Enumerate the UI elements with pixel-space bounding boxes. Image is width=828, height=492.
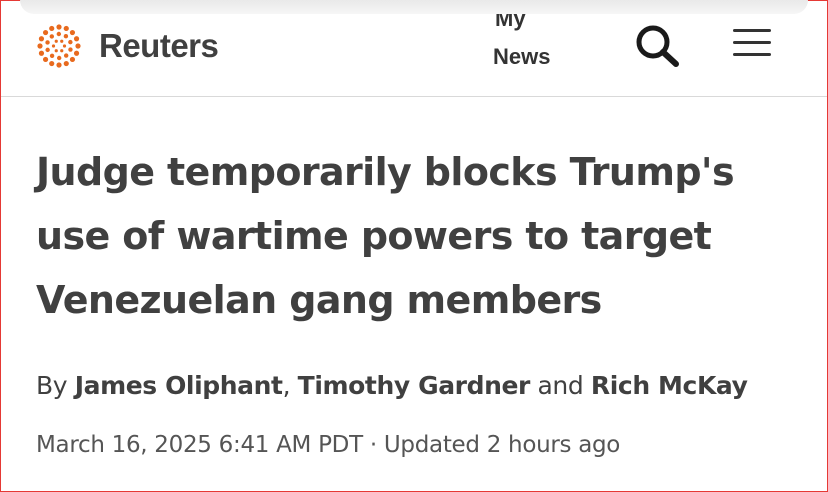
logo-dot xyxy=(63,53,69,58)
date-separator: · xyxy=(362,432,384,458)
publish-date: March 16, 2025 6:41 AM PDT xyxy=(36,432,363,458)
logo-dot xyxy=(75,43,81,49)
logo-text: Reuters xyxy=(99,27,219,64)
search-icon xyxy=(636,25,679,67)
logo-dot xyxy=(69,29,76,36)
my-news-label-line2: News xyxy=(493,44,551,69)
logo-dot xyxy=(51,44,56,48)
hamburger-menu-icon xyxy=(733,29,771,56)
status-shade xyxy=(20,0,808,14)
logo-dot xyxy=(38,50,45,56)
byline: By James Oliphant, Timothy Gardner and R… xyxy=(36,371,748,400)
logo-dot xyxy=(49,60,55,67)
logo-dot xyxy=(60,49,64,53)
logo-dot xyxy=(63,60,69,67)
logo-dot xyxy=(54,39,58,43)
logo-dot xyxy=(49,34,55,39)
logo-dot xyxy=(73,36,80,42)
byline-separator: and xyxy=(529,371,591,400)
logo-dot xyxy=(37,43,43,49)
logo-dot xyxy=(73,50,80,56)
article-headline: Judge temporarily blocks Trump's use of … xyxy=(36,150,735,322)
reuters-logo[interactable]: Reuters xyxy=(35,22,219,70)
menu-button[interactable] xyxy=(731,26,775,60)
logo-dot xyxy=(68,39,73,45)
site-header: Reuters My News xyxy=(1,14,827,97)
dateline: March 16, 2025 6:41 AM PDT · Updated 2 h… xyxy=(36,432,620,458)
logo-dot xyxy=(60,39,64,43)
logo-dot xyxy=(49,25,55,32)
logo-dot xyxy=(45,40,50,45)
logo-dot xyxy=(56,31,62,37)
logo-dot xyxy=(38,36,45,42)
byline-prefix: By xyxy=(36,371,75,400)
logo-dot xyxy=(54,49,58,53)
logo-dot xyxy=(49,53,55,59)
author-link[interactable]: Timothy Gardner xyxy=(298,371,531,400)
my-news-label-line1: My xyxy=(495,14,526,31)
logo-dot xyxy=(68,47,73,52)
article-header: Judge temporarily blocks Trump's use of … xyxy=(36,140,796,332)
logo-dot xyxy=(45,47,50,53)
logo-dot xyxy=(62,44,67,48)
logo-dot xyxy=(42,29,49,36)
byline-separator: , xyxy=(282,371,298,400)
updated-time: Updated 2 hours ago xyxy=(383,432,621,458)
search-button[interactable] xyxy=(631,22,683,68)
logo-dot xyxy=(63,25,69,32)
logo-dot xyxy=(56,24,62,30)
author-link[interactable]: Rich McKay xyxy=(591,371,748,400)
logo-dot xyxy=(56,62,62,68)
logo-dot xyxy=(63,33,69,39)
reuters-logo-icon xyxy=(37,24,81,68)
logo-dot xyxy=(69,56,76,63)
logo-dot xyxy=(56,55,62,61)
my-news-link[interactable]: My News xyxy=(493,14,573,78)
logo-dot xyxy=(42,56,49,63)
author-link[interactable]: James Oliphant xyxy=(75,371,283,400)
